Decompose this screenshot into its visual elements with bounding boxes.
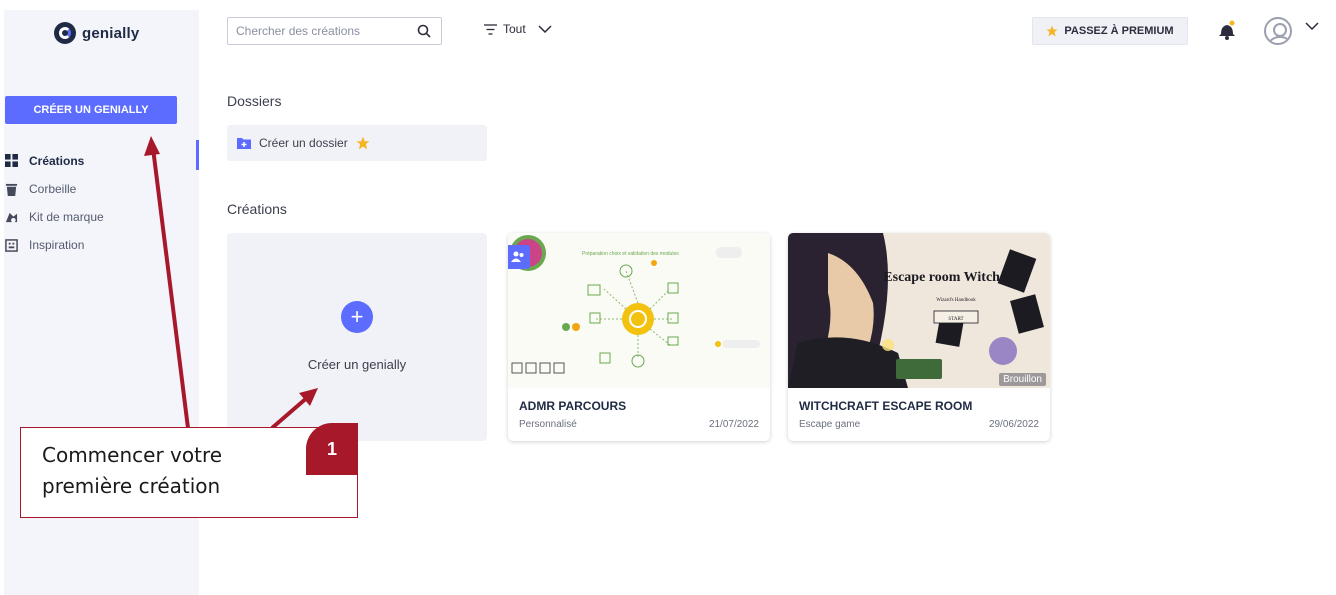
card-title: WITCHCRAFT ESCAPE ROOM	[799, 399, 973, 413]
sidebar-item-label: Corbeille	[29, 182, 77, 196]
create-genially-button[interactable]: CRÉER UN GENIALLY	[5, 96, 177, 124]
card-meta: Personnalisé 21/07/2022	[519, 419, 759, 430]
sidebar-item-label: Inspiration	[29, 238, 85, 252]
annotation-text: Commencer votre première création	[42, 440, 222, 502]
status-badge: Brouillon	[999, 373, 1046, 386]
sidebar-nav: Créations Corbeille Kit de marque Inspir…	[4, 140, 199, 259]
step-number-badge: 1	[306, 423, 358, 475]
logo-text: genially	[82, 24, 140, 42]
card-thumbnail: Préparation choix et validation des modu…	[508, 233, 770, 388]
create-folder-label: Créer un dossier	[259, 136, 348, 150]
sidebar-item-inspiration[interactable]: Inspiration	[4, 231, 199, 259]
filter-label: Tout	[503, 22, 526, 36]
chevron-down-icon	[538, 25, 552, 33]
sidebar-item-label: Kit de marque	[29, 210, 104, 224]
card-date: 21/07/2022	[708, 419, 759, 430]
go-premium-button[interactable]: PASSEZ À PREMIUM	[1032, 17, 1188, 45]
search-input[interactable]	[236, 24, 411, 38]
annotation-line-2: première création	[42, 474, 221, 498]
bell-icon[interactable]	[1218, 20, 1236, 40]
thumb-subtitle: Wizard's Handbook	[936, 298, 976, 303]
annotation-line-1: Commencer votre	[42, 443, 223, 467]
genially-logo-icon	[54, 22, 76, 44]
star-icon	[356, 136, 370, 150]
thumb-start-button: START	[948, 317, 963, 322]
brand-kit-icon	[5, 212, 18, 223]
plus-icon: +	[341, 301, 373, 333]
card-meta: Escape game 29/06/2022	[799, 419, 1039, 430]
shared-users-icon	[508, 245, 530, 269]
sidebar-item-trash[interactable]: Corbeille	[4, 175, 199, 203]
create-folder-button[interactable]: Créer un dossier	[227, 125, 487, 161]
creation-card-witchcraft[interactable]: Escape room Witchcraft Wizard's Handbook…	[788, 233, 1050, 441]
sidebar-item-brand-kit[interactable]: Kit de marque	[4, 203, 199, 231]
thumb-heading: Préparation choix et validation des modu…	[582, 251, 679, 257]
premium-label: PASSEZ À PREMIUM	[1064, 25, 1174, 37]
avatar[interactable]	[1264, 17, 1292, 45]
creations-title: Créations	[227, 201, 287, 217]
sidebar-item-label: Créations	[29, 153, 85, 168]
thumb-heading: Escape room Witchcraft	[883, 270, 1029, 285]
grid-icon	[5, 154, 18, 167]
star-icon	[1046, 25, 1058, 37]
card-type: Escape game	[799, 419, 861, 430]
inspiration-icon	[5, 238, 18, 252]
filter-icon	[484, 23, 497, 35]
genially-logo[interactable]: genially	[54, 22, 139, 44]
search-icon[interactable]	[417, 24, 431, 38]
trash-icon	[5, 183, 18, 196]
filter-dropdown[interactable]: Tout	[484, 22, 552, 36]
card-thumbnail: Escape room Witchcraft Wizard's Handbook…	[788, 233, 1050, 388]
folders-title: Dossiers	[227, 93, 282, 109]
new-creation-card[interactable]: + Créer un genially	[227, 233, 487, 441]
search-box	[227, 17, 442, 45]
card-type: Personnalisé	[519, 419, 577, 430]
new-creation-label: Créer un genially	[307, 357, 407, 372]
add-folder-icon	[237, 138, 251, 149]
card-date: 29/06/2022	[988, 419, 1039, 430]
card-title: ADMR PARCOURS	[519, 399, 627, 413]
chevron-down-icon[interactable]	[1305, 22, 1319, 30]
creation-card-admr[interactable]: Préparation choix et validation des modu…	[508, 233, 770, 441]
sidebar-item-creations[interactable]: Créations	[4, 140, 199, 175]
